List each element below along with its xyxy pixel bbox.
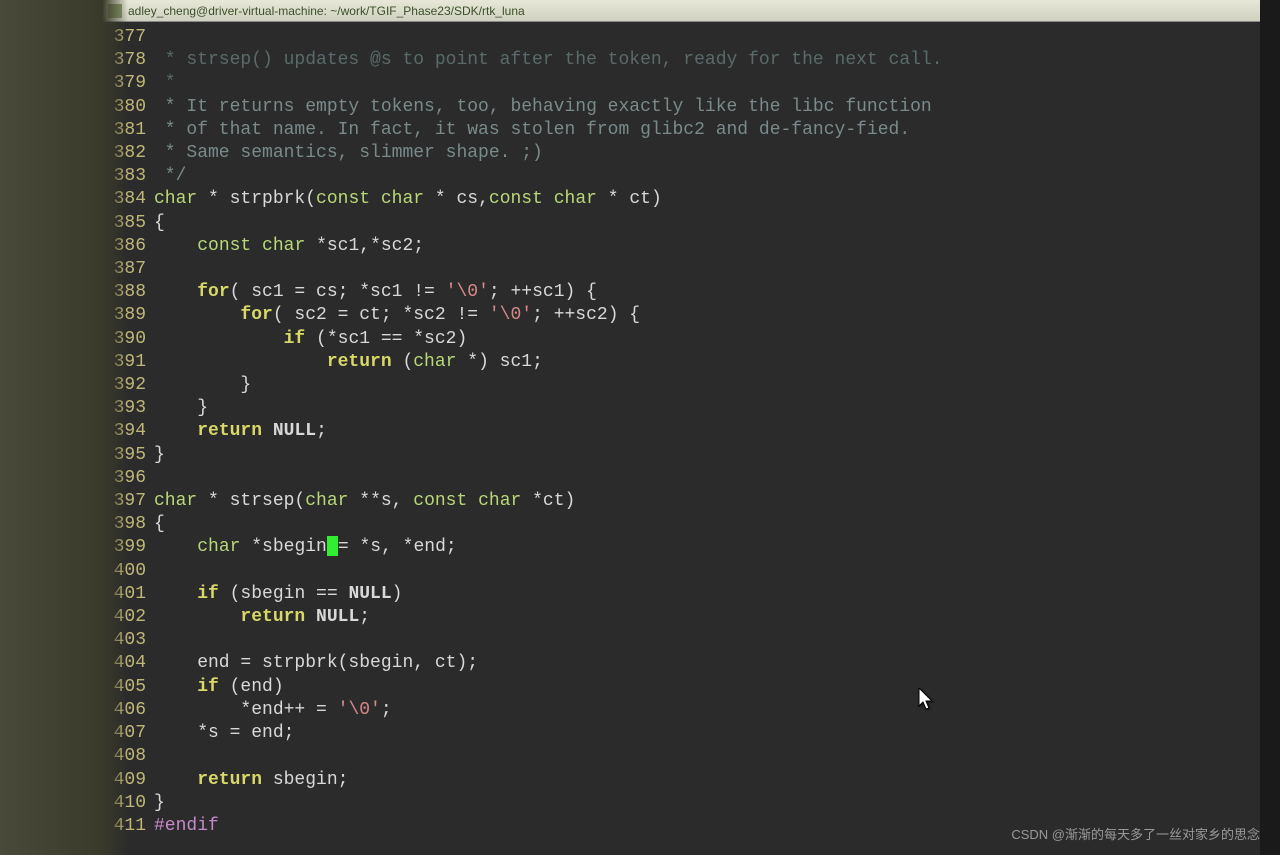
line-number: 396 [102,467,146,490]
code-line[interactable]: } [154,444,1260,467]
line-number: 398 [102,513,146,536]
line-number: 383 [102,165,146,188]
line-number: 409 [102,769,146,792]
line-number: 404 [102,652,146,675]
line-number: 406 [102,699,146,722]
terminal-window: adley_cheng@driver-virtual-machine: ~/wo… [100,0,1260,855]
code-line[interactable]: { [154,513,1260,536]
code-line[interactable]: } [154,397,1260,420]
code-line[interactable] [154,560,1260,583]
code-line[interactable]: if (*sc1 == *sc2) [154,328,1260,351]
code-line[interactable]: if (end) [154,676,1260,699]
code-line[interactable]: end = strpbrk(sbegin, ct); [154,652,1260,675]
code-line[interactable]: *end++ = '\0'; [154,699,1260,722]
code-line[interactable]: return sbegin; [154,769,1260,792]
code-line[interactable] [154,467,1260,490]
line-number: 378 [102,49,146,72]
code-line[interactable]: *s = end; [154,722,1260,745]
line-number: 388 [102,281,146,304]
line-number: 395 [102,444,146,467]
line-number: 393 [102,397,146,420]
code-line[interactable] [154,26,1260,49]
line-number: 389 [102,304,146,327]
line-number: 402 [102,606,146,629]
code-line[interactable] [154,629,1260,652]
code-line[interactable]: return (char *) sc1; [154,351,1260,374]
code-line[interactable]: for( sc1 = cs; *sc1 != '\0'; ++sc1) { [154,281,1260,304]
code-line[interactable]: { [154,212,1260,235]
code-line[interactable]: if (sbegin == NULL) [154,583,1260,606]
line-number: 394 [102,420,146,443]
code-line[interactable] [154,745,1260,768]
line-number: 407 [102,722,146,745]
line-number: 400 [102,560,146,583]
line-number: 390 [102,328,146,351]
code-line[interactable]: char *sbegin= *s, *end; [154,536,1260,559]
code-line[interactable]: * of that name. In fact, it was stolen f… [154,119,1260,142]
line-number: 382 [102,142,146,165]
editor-area[interactable]: 3773783793803813823833843853863873883893… [100,22,1260,855]
code-line[interactable]: * It returns empty tokens, too, behaving… [154,96,1260,119]
code-line[interactable] [154,258,1260,281]
line-number: 387 [102,258,146,281]
line-number: 411 [102,815,146,838]
line-number: 408 [102,745,146,768]
line-number: 386 [102,235,146,258]
code-line[interactable]: } [154,374,1260,397]
code-line[interactable]: for( sc2 = ct; *sc2 != '\0'; ++sc2) { [154,304,1260,327]
code-line[interactable]: char * strpbrk(const char * cs,const cha… [154,188,1260,211]
line-number: 391 [102,351,146,374]
line-number: 399 [102,536,146,559]
line-number-gutter: 3773783793803813823833843853863873883893… [100,26,148,855]
line-number: 381 [102,119,146,142]
line-number: 403 [102,629,146,652]
code-line[interactable]: return NULL; [154,606,1260,629]
watermark-text: CSDN @渐渐的每天多了一丝对家乡的思念 [1011,824,1260,843]
code-line[interactable]: const char *sc1,*sc2; [154,235,1260,258]
code-line[interactable]: char * strsep(char **s, const char *ct) [154,490,1260,513]
window-title-text: adley_cheng@driver-virtual-machine: ~/wo… [128,4,525,18]
line-number: 405 [102,676,146,699]
line-number: 392 [102,374,146,397]
code-line[interactable]: * [154,72,1260,95]
line-number: 384 [102,188,146,211]
line-number: 385 [102,212,146,235]
terminal-icon [108,4,122,18]
line-number: 377 [102,26,146,49]
code-content[interactable]: * strsep() updates @s to point after the… [148,26,1260,855]
line-number: 397 [102,490,146,513]
code-line[interactable]: * strsep() updates @s to point after the… [154,49,1260,72]
line-number: 401 [102,583,146,606]
code-line[interactable]: return NULL; [154,420,1260,443]
code-line[interactable]: */ [154,165,1260,188]
line-number: 379 [102,72,146,95]
code-line[interactable]: } [154,792,1260,815]
code-line[interactable]: * Same semantics, slimmer shape. ;) [154,142,1260,165]
window-title-bar[interactable]: adley_cheng@driver-virtual-machine: ~/wo… [100,0,1260,22]
text-cursor [327,536,338,556]
line-number: 410 [102,792,146,815]
line-number: 380 [102,96,146,119]
